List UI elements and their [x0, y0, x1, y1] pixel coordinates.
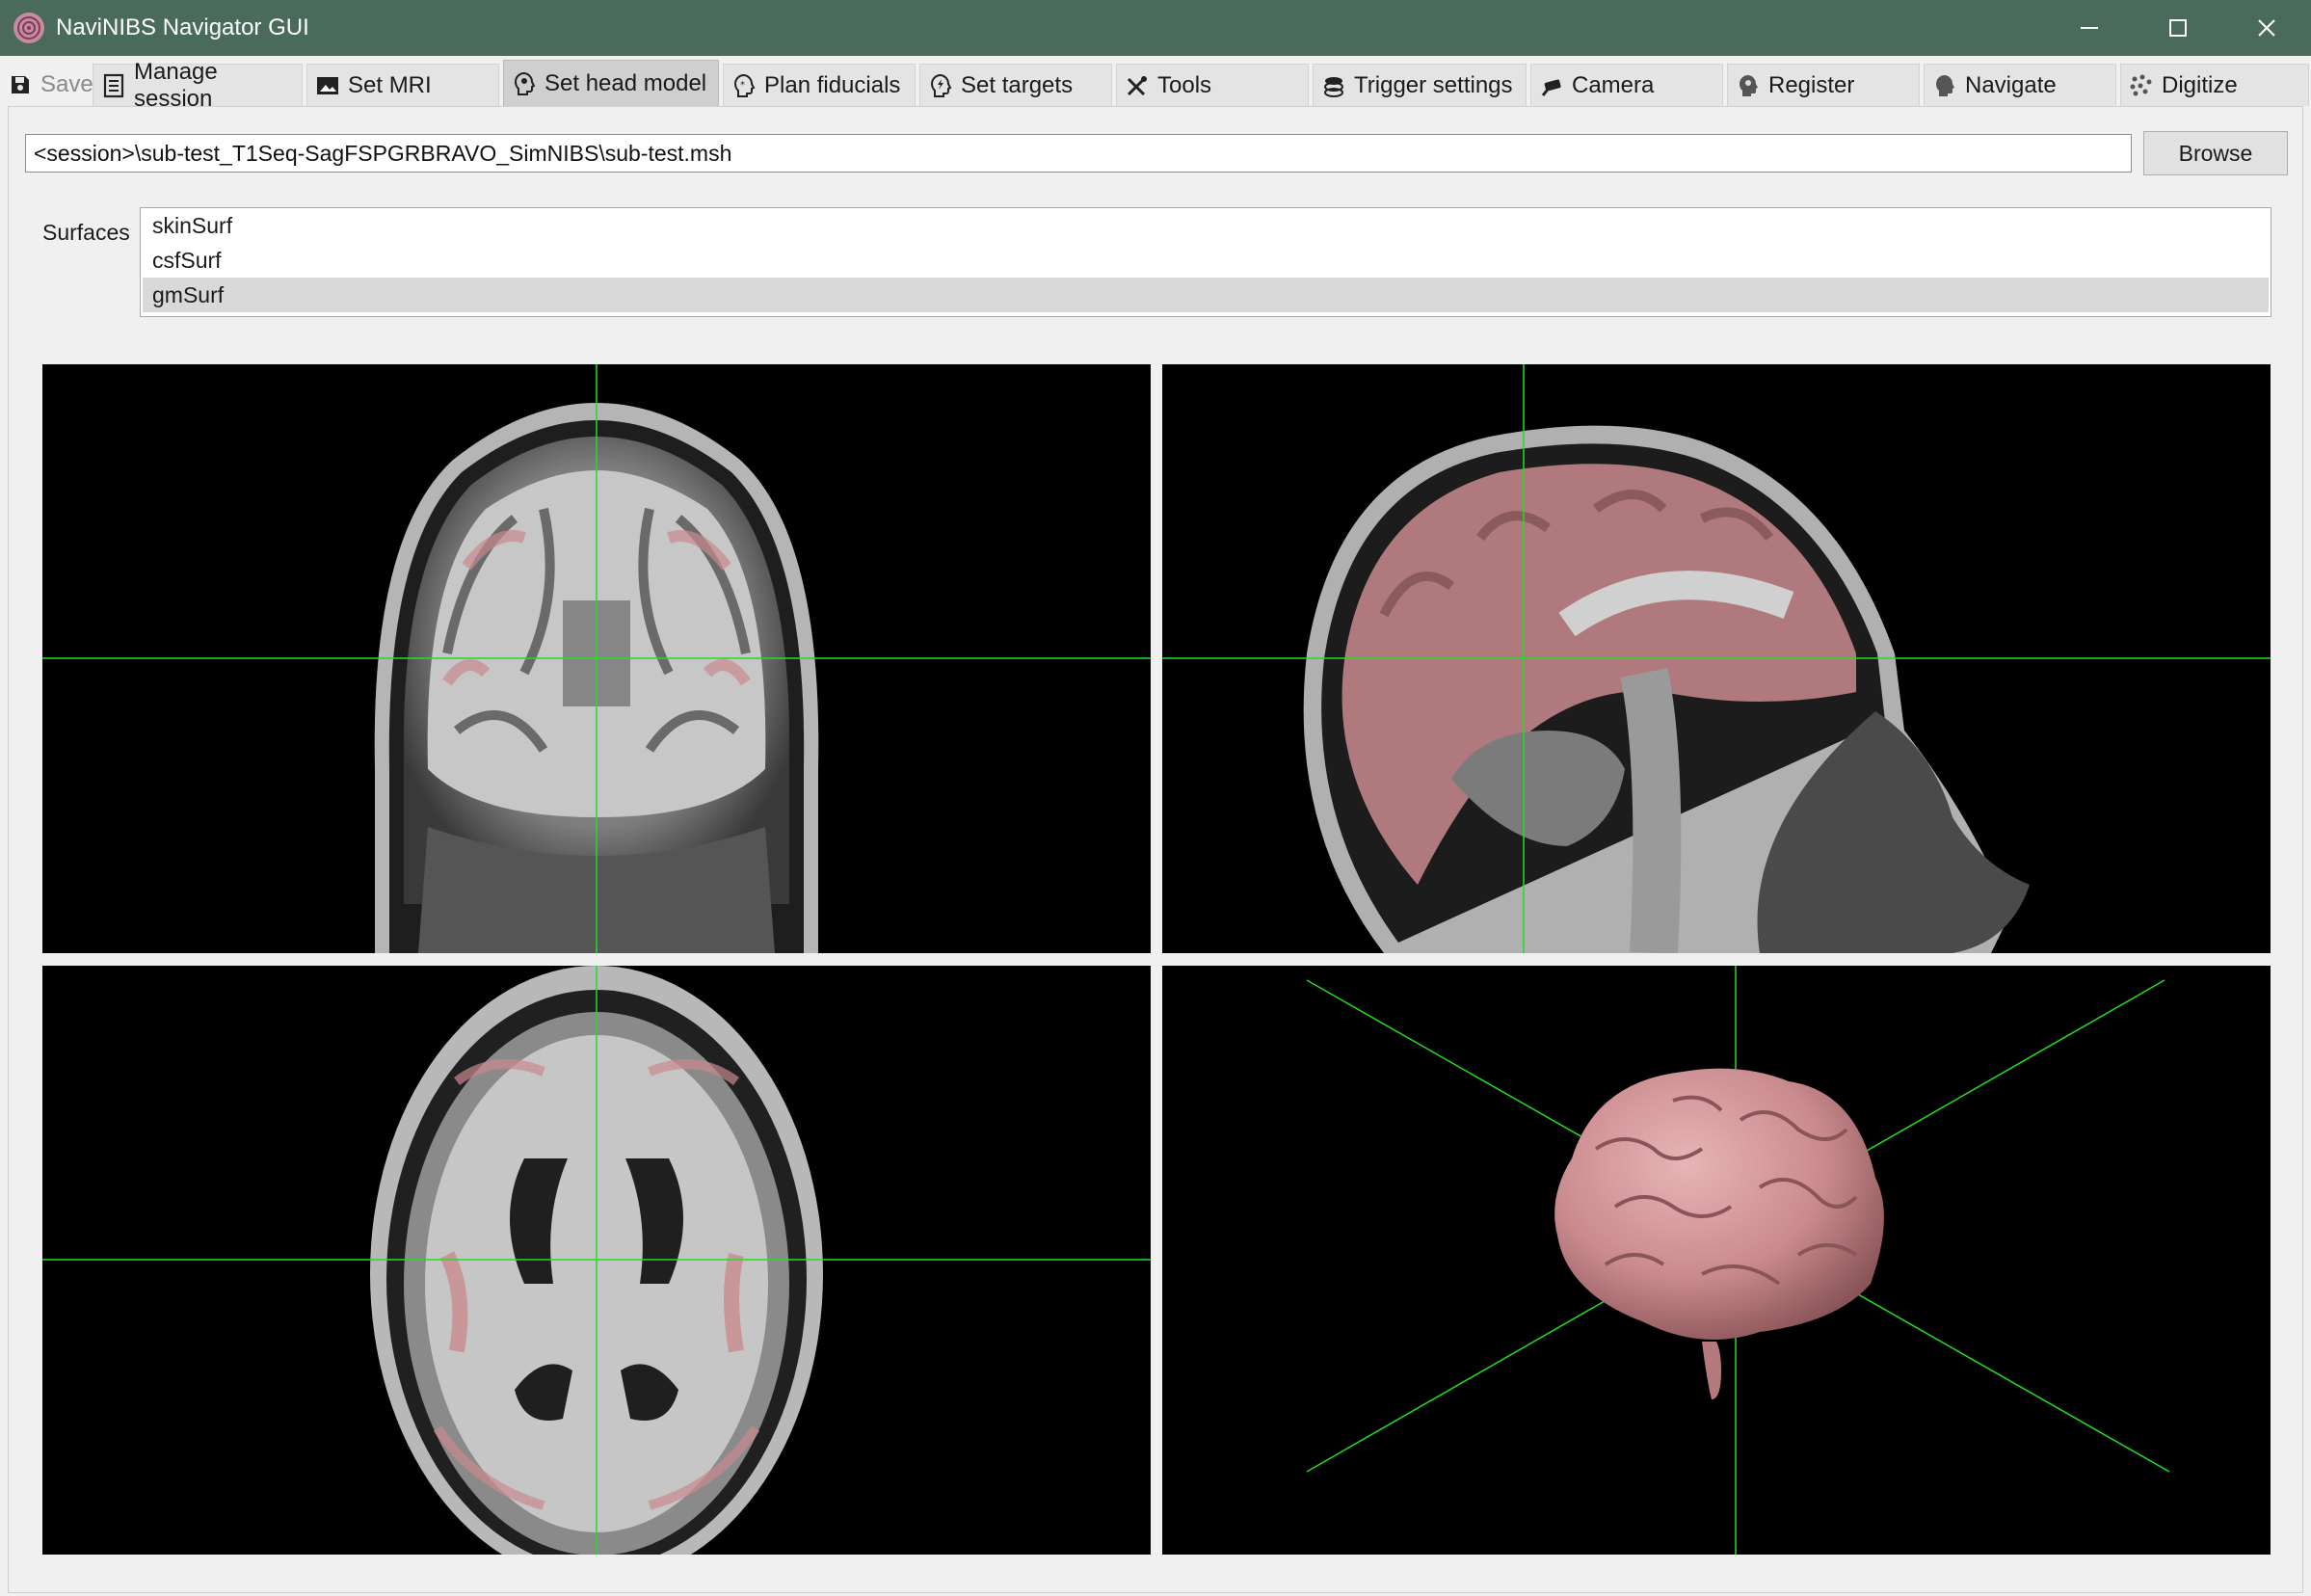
tab-plan-fiducials[interactable]: * Plan fiducials — [723, 64, 916, 106]
tab-set-mri[interactable]: Set MRI — [306, 64, 499, 106]
surface-item-gmsurf[interactable]: gmSurf — [143, 278, 2269, 312]
surface-item-skinsurf[interactable]: skinSurf — [143, 208, 2269, 243]
tab-tools[interactable]: Tools — [1116, 64, 1309, 106]
axial-mri-image — [42, 966, 1151, 1555]
maximize-icon — [2169, 19, 2187, 37]
3d-brain-render — [1306, 966, 2170, 1555]
minimize-button[interactable] — [2045, 0, 2134, 56]
3d-surface-view[interactable] — [1162, 966, 2271, 1555]
document-icon — [101, 73, 126, 98]
tab-manage-session[interactable]: Manage session — [93, 59, 303, 112]
camera-icon — [1539, 73, 1564, 98]
close-button[interactable] — [2222, 0, 2311, 56]
window-title: NaviNIBS Navigator GUI — [56, 14, 309, 40]
tab-label: Trigger settings — [1354, 71, 1513, 98]
tab-set-targets[interactable]: Set targets — [919, 64, 1112, 106]
tab-navigate[interactable]: Navigate — [1924, 64, 2116, 106]
surfaces-label: Surfaces — [42, 220, 130, 245]
head-target-icon: * — [731, 73, 757, 98]
register-icon — [1736, 73, 1761, 98]
trigger-icon — [1321, 73, 1346, 98]
close-icon — [2258, 19, 2275, 37]
tools-icon — [1125, 73, 1150, 98]
surfaces-list[interactable]: skinSurf csfSurf gmSurf — [140, 207, 2271, 317]
tab-digitize[interactable]: Digitize — [2120, 64, 2309, 106]
tab-label: Navigate — [1965, 71, 2057, 98]
tab-save[interactable]: Save — [0, 64, 93, 106]
tab-label: Set targets — [961, 71, 1074, 98]
surface-item-csfsurf[interactable]: csfSurf — [143, 243, 2269, 278]
head-icon — [512, 71, 537, 96]
coronal-slice-view[interactable] — [42, 364, 1151, 953]
tab-label: Digitize — [2162, 71, 2238, 98]
tab-label: Plan fiducials — [764, 71, 901, 98]
head-model-path-input[interactable]: <session>\sub-test_T1Seq-SagFSPGRBRAVO_S… — [25, 134, 2132, 173]
tab-label: Set head model — [545, 69, 707, 96]
tab-label: Camera — [1572, 71, 1655, 98]
coronal-mri-image — [42, 364, 1151, 953]
browse-button[interactable]: Browse — [2143, 131, 2288, 175]
minimize-icon — [2081, 27, 2098, 29]
head-bolt-icon — [928, 73, 953, 98]
tab-register[interactable]: Register — [1727, 64, 1920, 106]
axial-slice-view[interactable] — [42, 966, 1151, 1555]
save-icon — [8, 72, 33, 97]
sagittal-mri-image — [1162, 364, 2271, 953]
tab-camera[interactable]: Camera — [1530, 64, 1723, 106]
tab-bar: Save Manage session Set MRI Set head mod… — [0, 59, 2311, 112]
sagittal-slice-view[interactable] — [1162, 364, 2271, 953]
app-logo-icon — [13, 13, 44, 43]
svg-text:*: * — [740, 80, 745, 91]
image-icon — [315, 73, 340, 98]
tab-trigger-settings[interactable]: Trigger settings — [1313, 64, 1527, 106]
tab-set-head-model[interactable]: Set head model — [503, 60, 719, 106]
tab-label: Register — [1768, 71, 1855, 98]
tab-label: Save — [40, 71, 93, 97]
tab-label: Manage session — [134, 58, 218, 112]
tab-label: Tools — [1157, 71, 1212, 98]
maximize-button[interactable] — [2134, 0, 2222, 56]
title-bar: NaviNIBS Navigator GUI — [0, 0, 2311, 56]
tab-label: Set MRI — [348, 71, 432, 98]
navigate-icon — [1932, 73, 1957, 98]
digitize-icon — [2129, 73, 2154, 98]
